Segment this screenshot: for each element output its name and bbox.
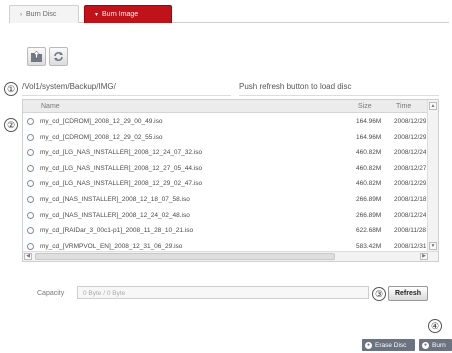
file-name: my_cd_[RAIDar_3_00c1-p1]_2008_11_28_10_2… — [40, 227, 194, 235]
file-name: my_cd_[LG_NAS_INSTALLER]_2008_12_24_07_3… — [40, 149, 203, 157]
tab-bar: › Burn Disc ▾ Burn Image — [9, 5, 449, 23]
folder-up-icon — [31, 50, 42, 62]
refresh-list-button[interactable] — [49, 47, 68, 66]
vertical-scrollbar[interactable]: ▲ ▼ — [427, 100, 438, 252]
file-size: 266.89M — [356, 211, 382, 219]
tab-label: Burn Disc — [26, 11, 57, 18]
file-rows: my_cd_[CDROM]_2008_12_29_00_49.iso 164.9… — [23, 114, 428, 254]
callout-4: ④ — [428, 319, 442, 333]
column-header-time[interactable]: Time — [396, 103, 411, 110]
file-time: 2008/12/31 — [394, 242, 426, 250]
scroll-down-icon[interactable]: ▼ — [429, 242, 437, 250]
file-size: 164.96M — [356, 133, 382, 141]
chevron-right-icon: › — [20, 11, 22, 18]
burn-label: Burn — [432, 341, 446, 349]
column-header-size[interactable]: Size — [358, 103, 372, 110]
tab-label: Burn Image — [102, 11, 139, 18]
file-name: my_cd_[VRMPVOL_EN]_2008_12_31_06_29.iso — [40, 242, 183, 250]
radio-button[interactable] — [27, 133, 34, 141]
table-row[interactable]: my_cd_[LG_NAS_INSTALLER]_2008_12_24_07_3… — [23, 145, 428, 161]
list-header: Name Size Time — [23, 100, 428, 113]
scroll-up-icon[interactable]: ▲ — [429, 102, 437, 110]
file-size: 164.96M — [356, 118, 382, 125]
capacity-label: Capacity — [37, 290, 65, 297]
callout-2: ② — [4, 118, 18, 132]
file-size: 460.82M — [356, 149, 382, 157]
capacity-field: 0 Byte / 0 Byte — [77, 286, 369, 299]
scroll-left-icon[interactable]: ◀ — [24, 253, 32, 260]
tab-burn-image[interactable]: ▾ Burn Image — [84, 5, 172, 23]
table-row[interactable]: my_cd_[NAS_INSTALLER]_2008_12_24_02_48.i… — [23, 208, 428, 224]
path-display: /Vol1/system/Backup/IMG/ — [22, 82, 231, 96]
chevron-down-icon: ▾ — [95, 12, 99, 18]
scroll-thumb[interactable] — [35, 253, 335, 260]
radio-button[interactable] — [27, 164, 34, 172]
table-row[interactable]: my_cd_[CDROM]_2008_12_29_00_49.iso 164.9… — [23, 114, 428, 130]
column-header-name[interactable]: Name — [41, 103, 60, 110]
file-name: my_cd_[LG_NAS_INSTALLER]_2008_12_29_02_4… — [40, 180, 203, 188]
tab-burn-disc[interactable]: › Burn Disc — [9, 5, 79, 23]
radio-button[interactable] — [27, 180, 34, 188]
radio-button[interactable] — [27, 211, 34, 219]
table-row[interactable]: my_cd_[LG_NAS_INSTALLER]_2008_12_27_05_4… — [23, 161, 428, 177]
radio-button[interactable] — [27, 195, 34, 203]
file-time: 2008/12/24 — [394, 211, 426, 219]
upload-folder-button[interactable] — [27, 47, 46, 66]
file-name: my_cd_[LG_NAS_INSTALLER]_2008_12_27_05_4… — [40, 164, 203, 172]
burn-icon: ● — [422, 341, 429, 349]
file-time: 2008/11/28 — [394, 227, 426, 235]
scroll-right-icon[interactable]: ▶ — [420, 253, 428, 260]
table-row[interactable]: my_cd_[LG_NAS_INSTALLER]_2008_12_29_02_4… — [23, 176, 428, 192]
refresh-button[interactable]: Refresh — [388, 286, 428, 301]
refresh-icon — [54, 52, 63, 61]
file-size: 583.42M — [356, 242, 382, 250]
erase-icon: ● — [365, 341, 372, 349]
status-message: Push refresh button to load disc — [239, 82, 439, 96]
file-time: 2008/12/29 — [394, 118, 426, 125]
erase-disc-label: Erase Disc — [375, 341, 407, 349]
file-time: 2008/12/24 — [394, 149, 426, 157]
file-time: 2008/12/27 — [394, 164, 426, 172]
file-name: my_cd_[NAS_INSTALLER]_2008_12_18_07_58.i… — [40, 195, 190, 203]
file-name: my_cd_[CDROM]_2008_12_29_00_49.iso — [40, 118, 163, 125]
radio-button[interactable] — [27, 118, 34, 125]
table-row[interactable]: my_cd_[NAS_INSTALLER]_2008_12_18_07_58.i… — [23, 192, 428, 208]
callout-1: ① — [4, 82, 18, 96]
radio-button[interactable] — [27, 242, 34, 250]
erase-disc-button[interactable]: ● Erase Disc — [362, 339, 415, 351]
callout-3: ③ — [372, 287, 386, 301]
radio-button[interactable] — [27, 149, 34, 157]
radio-button[interactable] — [27, 227, 34, 235]
table-row[interactable]: my_cd_[CDROM]_2008_12_29_02_55.iso 164.9… — [23, 130, 428, 146]
table-row[interactable]: my_cd_[RAIDar_3_00c1-p1]_2008_11_28_10_2… — [23, 223, 428, 239]
file-time: 2008/12/29 — [394, 133, 426, 141]
file-size: 460.82M — [356, 180, 382, 188]
file-size: 460.82M — [356, 164, 382, 172]
iso-file-list: Name Size Time my_cd_[CDROM]_2008_12_29_… — [22, 99, 439, 262]
file-size: 622.68M — [356, 227, 382, 235]
burn-button[interactable]: ● Burn — [419, 339, 452, 351]
file-time: 2008/12/18 — [394, 195, 426, 203]
file-name: my_cd_[CDROM]_2008_12_29_02_55.iso — [40, 133, 163, 141]
file-name: my_cd_[NAS_INSTALLER]_2008_12_24_02_48.i… — [40, 211, 190, 219]
horizontal-scrollbar[interactable]: ◀ ▶ — [23, 251, 438, 261]
file-size: 266.89M — [356, 195, 382, 203]
file-time: 2008/12/29 — [394, 180, 426, 188]
